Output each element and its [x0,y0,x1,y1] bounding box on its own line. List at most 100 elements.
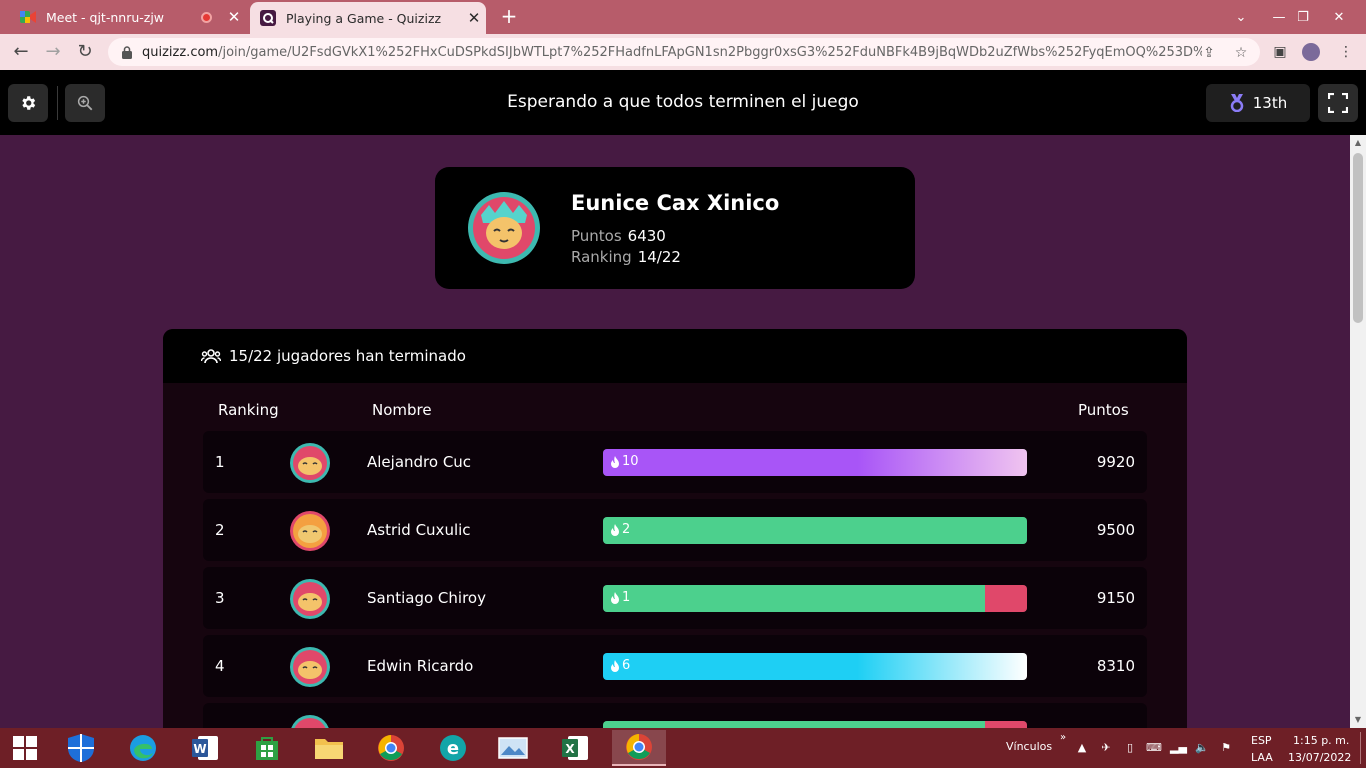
device-icon[interactable]: ▯ [1122,740,1138,756]
leaderboard-row: 2 Astrid Cuxulic 2 9500 [203,499,1147,561]
taskbar-chrome[interactable] [368,730,414,766]
browser-menu-icon[interactable]: ⋮ [1336,42,1356,62]
fullscreen-icon [1328,93,1348,113]
col-header-points: Puntos [1078,401,1129,419]
my-rank-badge: 13th [1206,84,1310,122]
scrollbar-thumb[interactable] [1353,153,1363,323]
row-rank: 1 [215,453,225,471]
streak-count: 6 [622,658,631,673]
google-meet-icon [20,9,36,25]
taskbar-e-app[interactable]: e [430,730,476,766]
main-content: Eunice Cax Xinico Puntos 6430 Ranking 14/2… [0,135,1350,728]
taskbar-edge[interactable] [120,730,166,766]
browser-tab-strip: Meet - qjt-nnru-zjw ✕ Playing a Game - Q… [0,0,1366,34]
close-tab-icon[interactable]: ✕ [222,8,246,26]
photos-icon [498,737,528,759]
new-tab-button[interactable]: + [498,6,520,28]
col-header-ranking: Ranking [218,401,279,419]
side-panel-icon[interactable]: ▣ [1270,42,1290,62]
row-points: 9500 [1096,521,1135,539]
accuracy-bar: 6 [603,653,1027,680]
clock-date[interactable]: 13/07/2022 [1288,751,1351,764]
store-icon [256,737,278,760]
forward-icon[interactable]: → [42,41,64,63]
row-avatar [290,579,330,619]
accuracy-bar-correct [603,585,985,612]
streak-indicator: 2 [610,522,630,537]
scroll-up-icon[interactable]: ▲ [1350,135,1366,151]
folder-icon [315,739,343,759]
share-icon[interactable]: ⇪ [1200,44,1218,62]
taskbar-chrome-active[interactable] [612,730,666,766]
keyboard-layout-indicator[interactable]: LAA [1251,751,1273,764]
links-expand-icon[interactable]: » [1060,732,1066,743]
ranking-label: Ranking [571,248,632,266]
taskbar-word[interactable]: W [182,730,228,766]
page-title: Esperando a que todos terminen el juego [507,92,859,112]
row-player-name: Santiago Chiroy [367,589,486,607]
streak-indicator: 6 [610,658,630,673]
taskbar-file-explorer[interactable] [306,730,352,766]
tab-title: Playing a Game - Quizizz [286,10,442,26]
player-card: Eunice Cax Xinico Puntos 6430 Ranking 14/2… [435,167,915,289]
points-value: 6430 [627,227,666,245]
wifi-signal-icon[interactable]: ▂▄ [1170,740,1187,756]
flag-icon[interactable]: ⚑ [1218,740,1234,756]
taskbar-photos[interactable] [490,730,536,766]
tab-meet[interactable]: Meet - qjt-nnru-zjw ✕ [10,0,246,34]
shield-icon [68,734,94,762]
tray-expand-icon[interactable]: ▲ [1074,740,1090,756]
fullscreen-button[interactable] [1318,84,1358,122]
clock-time[interactable]: 1:15 p. m. [1293,734,1349,747]
row-avatar [290,443,330,483]
scroll-down-icon[interactable]: ▼ [1350,712,1366,728]
quizizz-icon [260,10,276,26]
leaderboard-row [203,703,1147,728]
windows-start-button[interactable] [2,730,48,766]
profile-avatar[interactable] [1302,43,1320,61]
show-desktop-button[interactable] [1360,732,1364,764]
row-player-name: Astrid Cuxulic [367,521,471,539]
edge-icon [130,735,156,761]
players-finished-text: 15/22 jugadores han terminado [229,347,466,365]
address-bar[interactable]: quizizz.com/join/game/U2FsdGVkX1%252FHxC… [108,38,1260,66]
close-tab-icon[interactable]: ✕ [462,9,486,27]
tab-quizizz[interactable]: Playing a Game - Quizizz ✕ [250,2,486,34]
taskbar-security-app[interactable] [58,730,104,766]
streak-indicator: 1 [610,590,630,605]
player-avatar [468,192,540,264]
svg-text:W: W [193,742,206,756]
taskbar-store[interactable] [244,730,290,766]
links-toolbar-label[interactable]: Vínculos [1006,740,1052,753]
tab-search-icon[interactable]: ⌄ [1224,0,1258,34]
row-rank: 4 [215,657,225,675]
player-name: Eunice Cax Xinico [571,191,780,215]
language-indicator[interactable]: ESP [1251,734,1272,747]
row-avatar [291,715,329,728]
accuracy-bar-correct [603,449,1027,476]
taskbar-excel[interactable]: X [552,730,598,766]
page-scrollbar[interactable]: ▲ ▼ [1350,135,1366,728]
accuracy-bar [603,721,1027,728]
reload-icon[interactable]: ↻ [74,41,96,63]
volume-icon[interactable]: 🔈 [1194,740,1210,756]
bookmark-star-icon[interactable]: ☆ [1232,44,1250,62]
row-points: 9920 [1096,453,1135,471]
flame-icon [611,523,619,536]
close-window-icon[interactable]: ✕ [1322,0,1356,34]
lock-icon [120,45,134,59]
streak-count: 2 [622,522,631,537]
rank-text: 13th [1252,94,1288,112]
network-off-icon[interactable]: ✈ [1098,740,1114,756]
restore-icon[interactable]: ❐ [1286,0,1320,34]
player-points-line: Puntos 6430 [571,227,666,245]
back-icon[interactable]: ← [10,41,32,63]
svg-text:X: X [565,742,575,756]
flame-icon [611,455,619,468]
row-player-name: Alejandro Cuc [367,453,472,471]
keyboard-icon[interactable]: ⌨ [1146,740,1162,756]
svg-text:e: e [447,738,459,759]
row-rank: 3 [215,589,225,607]
browser-toolbar: ← → ↻ quizizz.com/join/game/U2FsdGVkX1%2… [0,34,1366,70]
accuracy-bar-correct [603,517,1027,544]
